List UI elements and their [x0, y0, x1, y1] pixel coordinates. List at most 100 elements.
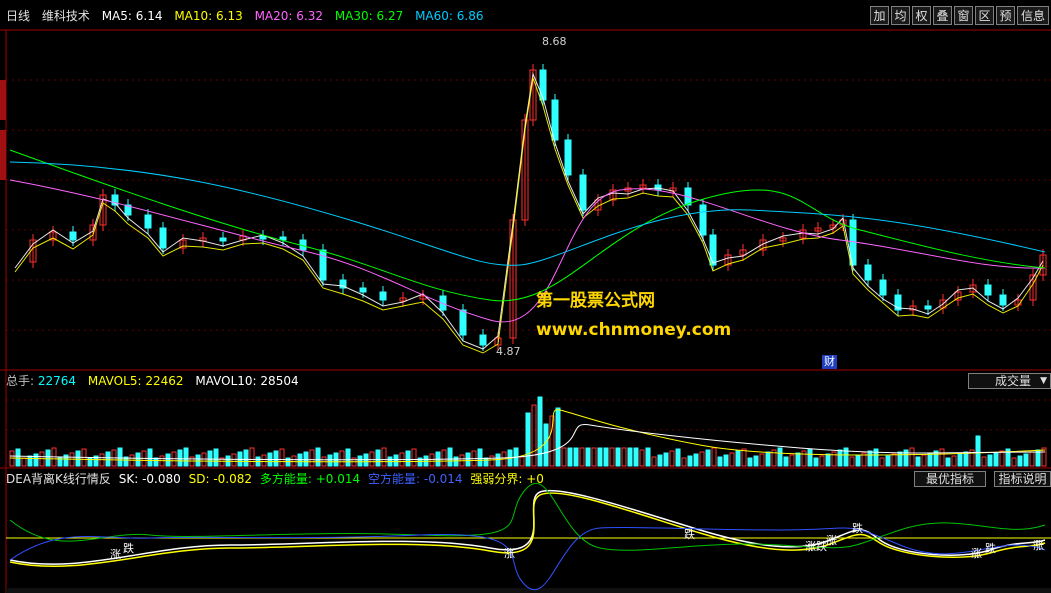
side-tab-1[interactable]	[0, 80, 6, 120]
volume-bar	[819, 455, 825, 467]
candle-body	[479, 334, 487, 346]
bear-energy-readout: 空方能量: -0.014	[367, 472, 463, 486]
mavol10-readout: MAVOL10: 28504	[195, 374, 299, 388]
volume-bar	[939, 448, 945, 467]
volume-bar	[765, 451, 771, 467]
zhang-marker: 涨	[504, 547, 515, 560]
candle-body	[564, 139, 572, 176]
volume-bar	[627, 447, 633, 467]
volume-bar	[549, 415, 555, 467]
volume-bar	[801, 450, 807, 467]
volume-bar	[393, 454, 399, 467]
strength-divide-readout: 强弱分界: +0	[470, 472, 544, 486]
side-tab-2[interactable]	[0, 130, 6, 180]
volume-bar	[675, 448, 681, 467]
volume-bar	[279, 448, 285, 467]
volume-bar	[999, 450, 1005, 467]
volume-bar	[1029, 451, 1035, 467]
volume-bar	[45, 449, 51, 467]
volume-bar	[519, 456, 525, 467]
volume-bar	[315, 447, 321, 467]
volume-bar	[867, 450, 873, 467]
chart-toolbar: 加 均 权 叠 窗 区 预 信息	[870, 6, 1051, 25]
volume-indicator-select[interactable]: 成交量 ▼	[968, 373, 1051, 389]
volume-bar	[105, 451, 111, 467]
volume-bar	[381, 447, 387, 467]
toolbar-range-button[interactable]: 区	[975, 6, 994, 25]
indicator-info-bar: DEA背离K线行情反 SK: -0.080 SD: -0.082 多方能量: +…	[6, 471, 552, 487]
volume-bar	[75, 450, 81, 467]
toolbar-overlay-button[interactable]: 叠	[933, 6, 952, 25]
volume-bar	[531, 404, 537, 467]
volume-bar	[681, 457, 687, 467]
volume-bar	[231, 453, 237, 467]
volume-bar	[537, 396, 543, 467]
volume-bar	[687, 455, 693, 467]
volume-bar	[909, 447, 915, 467]
volume-bar	[573, 447, 579, 467]
volume-bar	[759, 453, 765, 467]
volume-bar	[309, 449, 315, 467]
volume-bar	[945, 457, 951, 467]
volume-bar	[891, 453, 897, 467]
candle-body	[69, 231, 77, 241]
volume-bar	[915, 456, 921, 467]
volume-bar	[705, 449, 711, 467]
toolbar-adjust-button[interactable]: 权	[912, 6, 931, 25]
toolbar-window-button[interactable]: 窗	[954, 6, 973, 25]
volume-bar	[147, 448, 153, 467]
zhang-marker: 涨	[971, 547, 982, 560]
volume-bar	[813, 457, 819, 467]
volume-bar	[849, 456, 855, 467]
candle-body	[864, 264, 872, 281]
volume-bar	[1041, 447, 1047, 467]
chart-canvas[interactable]	[0, 0, 1051, 593]
volume-bar	[303, 451, 309, 467]
volume-bar	[117, 447, 123, 467]
volume-bar	[807, 448, 813, 467]
candle-body	[459, 309, 467, 336]
volume-bar	[795, 452, 801, 467]
volume-bar	[357, 455, 363, 467]
candle-body	[999, 294, 1007, 306]
period-label: 日线	[6, 9, 31, 23]
volume-bar	[489, 455, 495, 467]
volume-bar	[207, 450, 213, 467]
ma10-readout: MA10: 6.13	[174, 9, 243, 23]
volume-bar	[579, 447, 585, 467]
volume-bar	[777, 447, 783, 467]
volume-bar	[729, 452, 735, 467]
volume-bar	[21, 457, 27, 467]
volume-bar	[735, 450, 741, 467]
volume-bar	[657, 454, 663, 467]
candle-body	[159, 227, 167, 249]
volume-bar	[477, 448, 483, 467]
volume-bar	[525, 412, 531, 467]
indicator-help-button[interactable]: 指标说明	[994, 471, 1051, 487]
volume-bar	[603, 447, 609, 467]
volume-bar	[693, 453, 699, 467]
best-indicator-button[interactable]: 最优指标	[914, 471, 986, 487]
toolbar-average-button[interactable]: 均	[891, 6, 910, 25]
toolbar-add-button[interactable]: 加	[870, 6, 889, 25]
volume-bar	[405, 450, 411, 467]
volume-bar	[879, 457, 885, 467]
volume-bar	[429, 453, 435, 467]
finance-badge[interactable]: 财	[822, 355, 837, 369]
volume-bar	[447, 447, 453, 467]
volume-bar	[783, 456, 789, 467]
candle-body	[699, 204, 707, 236]
volume-bar	[711, 447, 717, 467]
volume-bar	[483, 457, 489, 467]
toolbar-info-button[interactable]: 信息	[1017, 6, 1049, 25]
volume-bar	[591, 447, 597, 467]
volume-bar	[669, 450, 675, 467]
volume-bar	[987, 454, 993, 467]
volume-bar	[927, 452, 933, 467]
sd-line	[9, 492, 1046, 568]
ma5-readout: MA5: 6.14	[101, 9, 163, 23]
toolbar-forecast-button[interactable]: 预	[996, 6, 1015, 25]
date-axis	[6, 588, 1051, 593]
zhang-marker: 涨	[826, 534, 837, 547]
volume-bar	[699, 451, 705, 467]
